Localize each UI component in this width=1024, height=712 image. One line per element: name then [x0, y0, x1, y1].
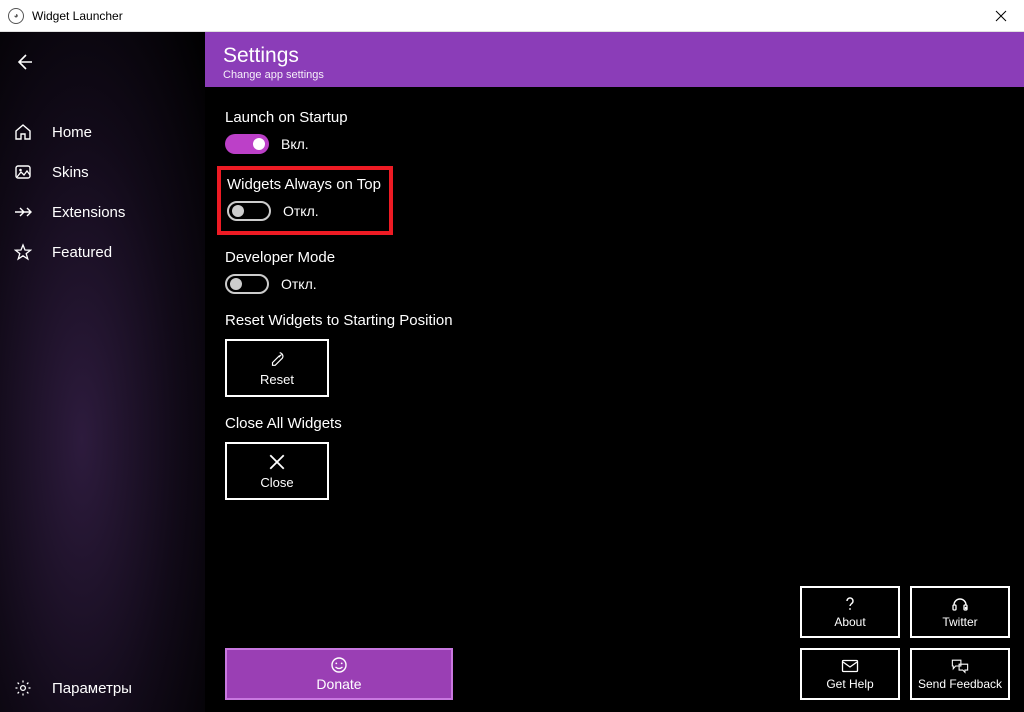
feedback-icon [951, 658, 969, 674]
picture-icon [14, 163, 32, 181]
toggle-state: Откл. [281, 276, 317, 292]
about-button[interactable]: About [800, 586, 900, 638]
button-label: About [834, 615, 865, 629]
setting-label: Close All Widgets [225, 415, 1004, 432]
window-close-button[interactable] [978, 0, 1024, 32]
extensions-icon [14, 203, 32, 221]
close-icon [995, 10, 1007, 22]
get-help-button[interactable]: Get Help [800, 648, 900, 700]
donate-button[interactable]: Donate [225, 648, 453, 700]
close-all-button[interactable]: Close [225, 442, 329, 500]
reset-button[interactable]: Reset [225, 339, 329, 397]
highlight-annotation: Widgets Always on Top Откл. [217, 166, 393, 235]
page-header: Settings Change app settings [205, 32, 1024, 87]
toggle-widgets-always-on-top[interactable] [227, 201, 271, 221]
twitter-button[interactable]: Twitter [910, 586, 1010, 638]
footer-actions: Donate About Twitter [225, 586, 1010, 700]
sidebar-item-home[interactable]: Home [0, 112, 205, 152]
send-feedback-button[interactable]: Send Feedback [910, 648, 1010, 700]
page-title: Settings [223, 44, 1006, 67]
titlebar: ◕ Widget Launcher [0, 0, 1024, 32]
sidebar-item-extensions[interactable]: Extensions [0, 192, 205, 232]
close-icon [268, 453, 286, 471]
sidebar-item-label: Skins [52, 164, 89, 181]
back-button[interactable] [4, 44, 44, 80]
sidebar-item-skins[interactable]: Skins [0, 152, 205, 192]
main-panel: Settings Change app settings Launch on S… [205, 32, 1024, 712]
button-label: Send Feedback [918, 677, 1002, 691]
button-label: Twitter [942, 615, 977, 629]
sidebar: Home Skins Extensions Featured [0, 32, 205, 712]
sidebar-item-label: Home [52, 124, 92, 141]
sidebar-item-label: Featured [52, 244, 112, 261]
setting-label: Reset Widgets to Starting Position [225, 312, 1004, 329]
wrench-icon [268, 350, 286, 368]
smile-icon [330, 656, 348, 674]
back-arrow-icon [14, 52, 34, 72]
toggle-launch-on-startup[interactable] [225, 134, 269, 154]
star-icon [14, 243, 32, 261]
button-label: Reset [260, 372, 294, 387]
setting-label: Widgets Always on Top [227, 176, 381, 193]
setting-widgets-always-on-top: Widgets Always on Top Откл. [227, 176, 381, 221]
sidebar-settings-button[interactable]: Параметры [0, 664, 205, 712]
gear-icon [14, 679, 32, 697]
sidebar-item-label: Extensions [52, 204, 125, 221]
sidebar-settings-label: Параметры [52, 680, 132, 697]
mail-icon [841, 658, 859, 674]
window-title: Widget Launcher [32, 9, 978, 23]
button-label: Get Help [826, 677, 873, 691]
toggle-developer-mode[interactable] [225, 274, 269, 294]
question-icon [841, 596, 859, 612]
toggle-state: Вкл. [281, 136, 309, 152]
setting-label: Launch on Startup [225, 109, 1004, 126]
setting-developer-mode: Developer Mode Откл. [225, 249, 1004, 294]
app-icon: ◕ [8, 8, 24, 24]
headset-icon [951, 596, 969, 612]
home-icon [14, 123, 32, 141]
setting-launch-on-startup: Launch on Startup Вкл. [225, 109, 1004, 154]
toggle-state: Откл. [283, 203, 319, 219]
setting-label: Developer Mode [225, 249, 1004, 266]
sidebar-item-featured[interactable]: Featured [0, 232, 205, 272]
button-label: Close [260, 475, 293, 490]
button-label: Donate [316, 676, 361, 692]
page-subtitle: Change app settings [223, 69, 1006, 81]
